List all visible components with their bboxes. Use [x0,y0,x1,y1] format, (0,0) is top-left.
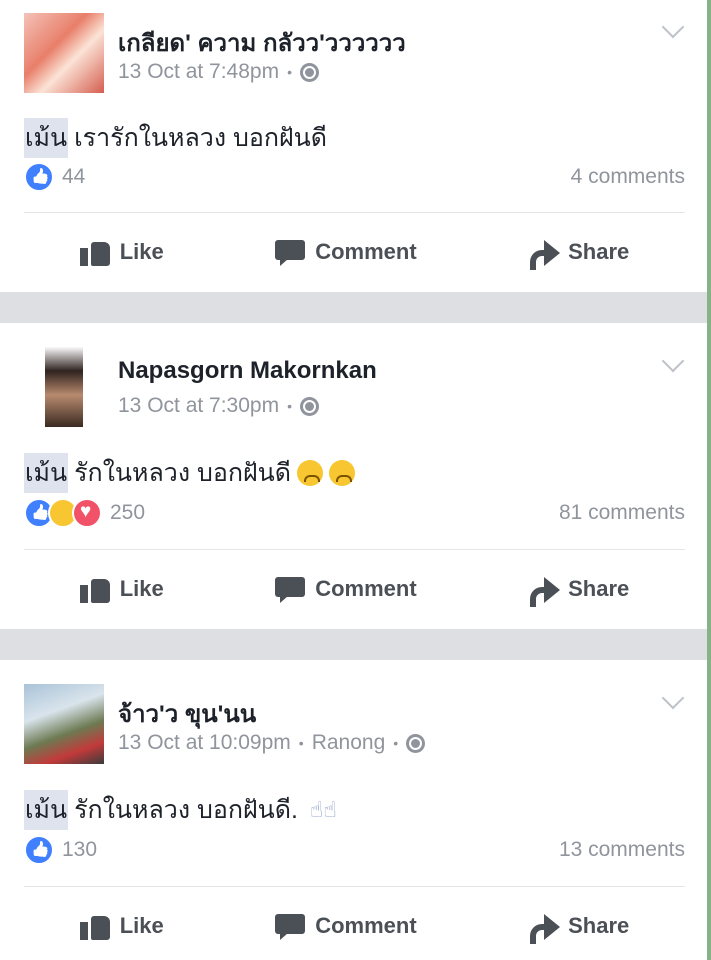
post-meta: 13 Oct at 7:30pm • [118,394,319,418]
avatar[interactable] [45,347,83,427]
comment-label: Comment [315,576,417,601]
post-meta: 13 Oct at 10:09pm • Ranong • [118,731,426,755]
timestamp[interactable]: 13 Oct at 7:48pm [118,60,279,84]
comment-count[interactable]: 4 comments [571,165,685,189]
like-label: Like [119,576,164,601]
reactions-summary[interactable]: 250 [24,498,145,528]
comment-button[interactable]: Comment [275,912,417,940]
share-label: Share [568,239,630,264]
comment-count[interactable]: 81 comments [559,501,685,525]
chevron-down-icon[interactable] [661,686,685,710]
share-arrow-icon [528,238,561,270]
post-actions: Like Comment Share [24,226,685,278]
speech-bubble-icon [275,912,307,940]
author-name[interactable]: Napasgorn Makornkan [118,357,377,385]
share-button[interactable]: Share [528,912,630,944]
window-edge [707,0,711,960]
thumbs-up-icon [79,912,112,940]
comment-button[interactable]: Comment [275,238,417,266]
post-text: เม้น รักในหลวง บอกฝันดี. ☝☝ [24,790,337,830]
like-button[interactable]: Like [79,575,164,603]
reaction-count: 44 [62,165,86,188]
post-actions: Like Comment Share [24,900,685,952]
like-label: Like [119,913,164,938]
hashtag-highlight[interactable]: เม้น [24,790,69,830]
divider [24,886,685,887]
post-header: Napasgorn Makornkan 13 Oct at 7:30pm • [24,347,687,427]
post-card: จ้าว'ว ขุน'นน 13 Oct at 10:09pm • Ranong… [0,660,707,960]
pointing-hand-icon: ☝☝ [309,797,337,822]
reaction-count: 250 [110,501,146,524]
avatar[interactable] [24,13,104,93]
post-text: เม้น รักในหลวง บอกฝันดี [24,453,355,493]
separator-dot: • [298,735,304,751]
reaction-count: 130 [62,838,98,861]
sad-emoji-icon [328,460,355,486]
speech-bubble-icon [275,575,307,603]
post-card: เกลียด' ความ กลัวว'วววววว 13 Oct at 7:48… [0,0,707,292]
love-reaction-icon [72,498,102,528]
share-button[interactable]: Share [528,575,630,607]
post-body: เรารักในหลวง บอกฝันดี [74,124,327,152]
thumbs-up-icon [79,575,112,603]
share-label: Share [568,913,630,938]
separator-dot: • [287,398,292,414]
chevron-down-icon[interactable] [661,15,685,39]
post-actions: Like Comment Share [24,563,685,615]
share-arrow-icon [528,575,561,607]
comment-label: Comment [315,913,417,938]
globe-icon [406,733,426,753]
post-stats: 130 13 comments [24,835,685,865]
comment-count[interactable]: 13 comments [559,838,685,862]
avatar[interactable] [24,684,104,764]
post-body: รักในหลวง บอกฝันดี. [74,796,298,824]
news-feed: เกลียด' ความ กลัวว'วววววว 13 Oct at 7:48… [0,0,711,960]
share-button[interactable]: Share [528,238,630,270]
timestamp[interactable]: 13 Oct at 10:09pm [118,731,291,755]
globe-icon [300,62,319,82]
like-button[interactable]: Like [79,912,164,940]
post-text: เม้น เรารักในหลวง บอกฝันดี [24,118,327,158]
hashtag-highlight[interactable]: เม้น [24,118,69,158]
divider [24,549,685,550]
timestamp[interactable]: 13 Oct at 7:30pm [118,394,279,418]
post-meta: 13 Oct at 7:48pm • [118,60,319,84]
globe-icon [300,396,319,416]
divider [24,212,685,213]
hashtag-highlight[interactable]: เม้น [24,453,69,493]
location[interactable]: Ranong [312,731,386,755]
share-label: Share [568,576,630,601]
thumbs-up-icon [79,238,112,266]
author-name[interactable]: จ้าว'ว ขุน'นน [118,694,256,733]
chevron-down-icon[interactable] [661,349,685,373]
separator-dot: • [393,735,399,751]
comment-label: Comment [315,239,417,264]
crying-emoji-icon [296,460,323,486]
reactions-summary[interactable]: 44 [24,162,85,192]
post-header: เกลียด' ความ กลัวว'วววววว 13 Oct at 7:48… [24,13,687,93]
post-card: Napasgorn Makornkan 13 Oct at 7:30pm • เ… [0,323,707,629]
author-name[interactable]: เกลียด' ความ กลัวว'วววววว [118,23,406,62]
speech-bubble-icon [275,238,307,266]
post-stats: 44 4 comments [24,162,685,192]
comment-button[interactable]: Comment [275,575,417,603]
post-header: จ้าว'ว ขุน'นน 13 Oct at 10:09pm • Ranong… [24,684,687,764]
separator-dot: • [287,64,292,80]
reactions-summary[interactable]: 130 [24,835,97,865]
post-body: รักในหลวง บอกฝันดี [74,459,291,487]
like-button[interactable]: Like [79,238,164,266]
like-reaction-icon [24,162,54,192]
share-arrow-icon [528,912,561,944]
like-label: Like [119,239,164,264]
post-stats: 250 81 comments [24,498,685,528]
like-reaction-icon [24,835,54,865]
